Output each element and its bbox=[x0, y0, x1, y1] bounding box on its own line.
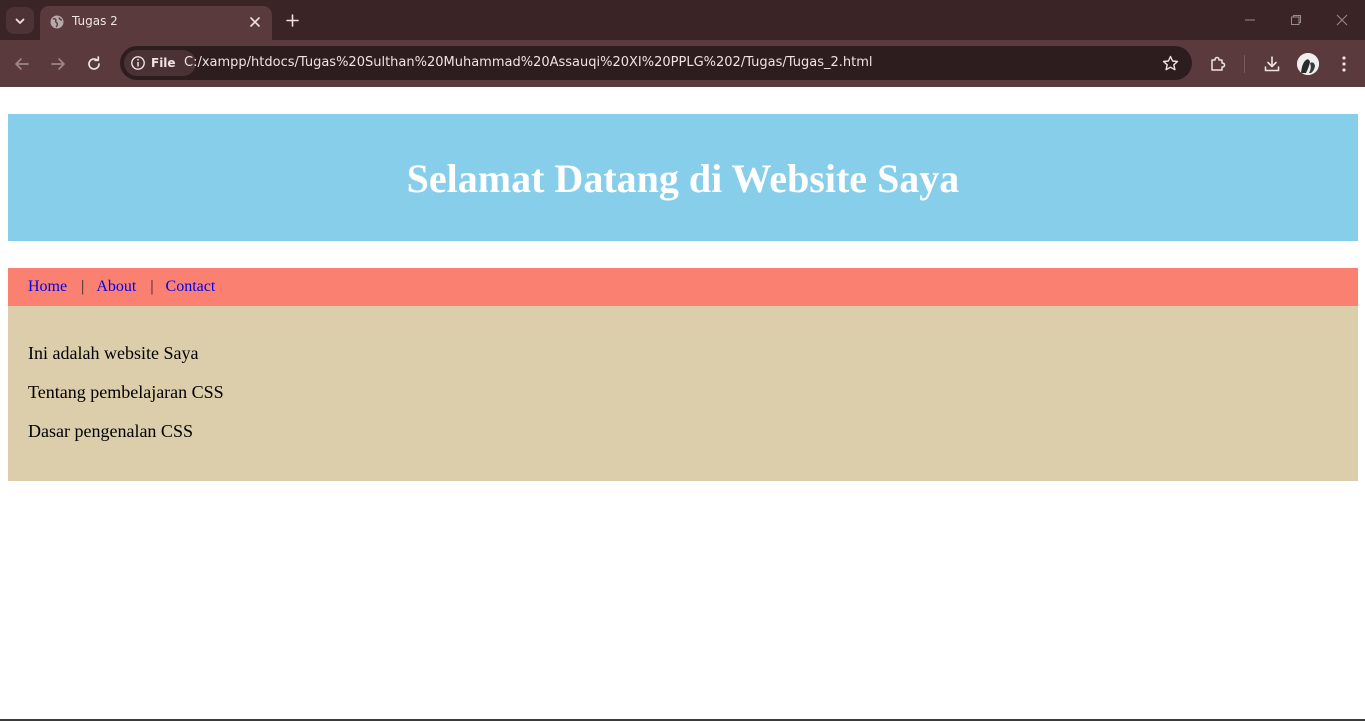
profile-avatar[interactable] bbox=[1297, 53, 1319, 75]
bookmark-button[interactable] bbox=[1160, 53, 1180, 73]
download-icon bbox=[1264, 56, 1280, 72]
minimize-icon bbox=[1245, 19, 1255, 21]
restore-button[interactable] bbox=[1273, 6, 1319, 34]
minimize-button[interactable] bbox=[1227, 6, 1273, 34]
site-info-label: File bbox=[151, 56, 176, 70]
new-tab-button[interactable] bbox=[281, 9, 303, 31]
reload-icon bbox=[88, 56, 100, 70]
content-paragraph: Ini adalah website Saya bbox=[28, 343, 199, 363]
browser-menu-button[interactable] bbox=[1330, 50, 1358, 78]
nav-separator: | bbox=[150, 278, 154, 295]
page-title: Selamat Datang di Website Saya bbox=[406, 156, 960, 201]
restore-icon bbox=[1291, 15, 1301, 25]
close-icon bbox=[250, 17, 260, 27]
close-window-button[interactable] bbox=[1319, 6, 1365, 34]
content-paragraph: Tentang pembelajaran CSS bbox=[28, 382, 224, 402]
nav-separator: | bbox=[81, 278, 85, 295]
browser-toolbar: File C:/xampp/htdocs/Tugas%20Sulthan%20M… bbox=[0, 40, 1365, 87]
arrow-right-icon bbox=[51, 58, 65, 70]
info-icon bbox=[131, 56, 145, 70]
page-header: Selamat Datang di Website Saya bbox=[8, 114, 1358, 241]
profile-picture-icon bbox=[1297, 53, 1319, 75]
nav-link-about[interactable]: About bbox=[96, 278, 136, 296]
tab-close-button[interactable] bbox=[246, 13, 264, 31]
main-content: Ini adalah website Saya Tentang pembelaj… bbox=[8, 306, 1358, 481]
close-icon bbox=[1336, 14, 1348, 26]
tab-strip: Tugas 2 bbox=[0, 0, 1365, 40]
site-nav: Home | About | Contact bbox=[8, 268, 1358, 306]
plus-icon bbox=[285, 13, 299, 27]
arrow-left-icon bbox=[15, 58, 29, 70]
kebab-menu-icon bbox=[1342, 56, 1346, 72]
tab-search-button[interactable] bbox=[6, 7, 34, 34]
address-bar[interactable]: File C:/xampp/htdocs/Tugas%20Sulthan%20M… bbox=[120, 46, 1192, 80]
nav-link-contact[interactable]: Contact bbox=[166, 278, 216, 296]
extensions-button[interactable] bbox=[1204, 50, 1232, 78]
forward-button[interactable] bbox=[44, 50, 72, 78]
back-button[interactable] bbox=[8, 50, 36, 78]
content-paragraph: Dasar pengenalan CSS bbox=[28, 421, 193, 441]
url-text[interactable]: C:/xampp/htdocs/Tugas%20Sulthan%20Muhamm… bbox=[184, 55, 873, 70]
tab-active[interactable]: Tugas 2 bbox=[40, 6, 272, 40]
nav-link-home[interactable]: Home bbox=[28, 278, 67, 296]
puzzle-icon bbox=[1211, 56, 1226, 71]
toolbar-divider bbox=[1244, 55, 1245, 73]
downloads-button[interactable] bbox=[1258, 50, 1286, 78]
reload-button[interactable] bbox=[80, 50, 108, 78]
chevron-down-icon bbox=[15, 18, 25, 24]
globe-icon bbox=[50, 15, 64, 29]
star-icon bbox=[1162, 55, 1178, 70]
tab-title: Tugas 2 bbox=[72, 14, 118, 28]
